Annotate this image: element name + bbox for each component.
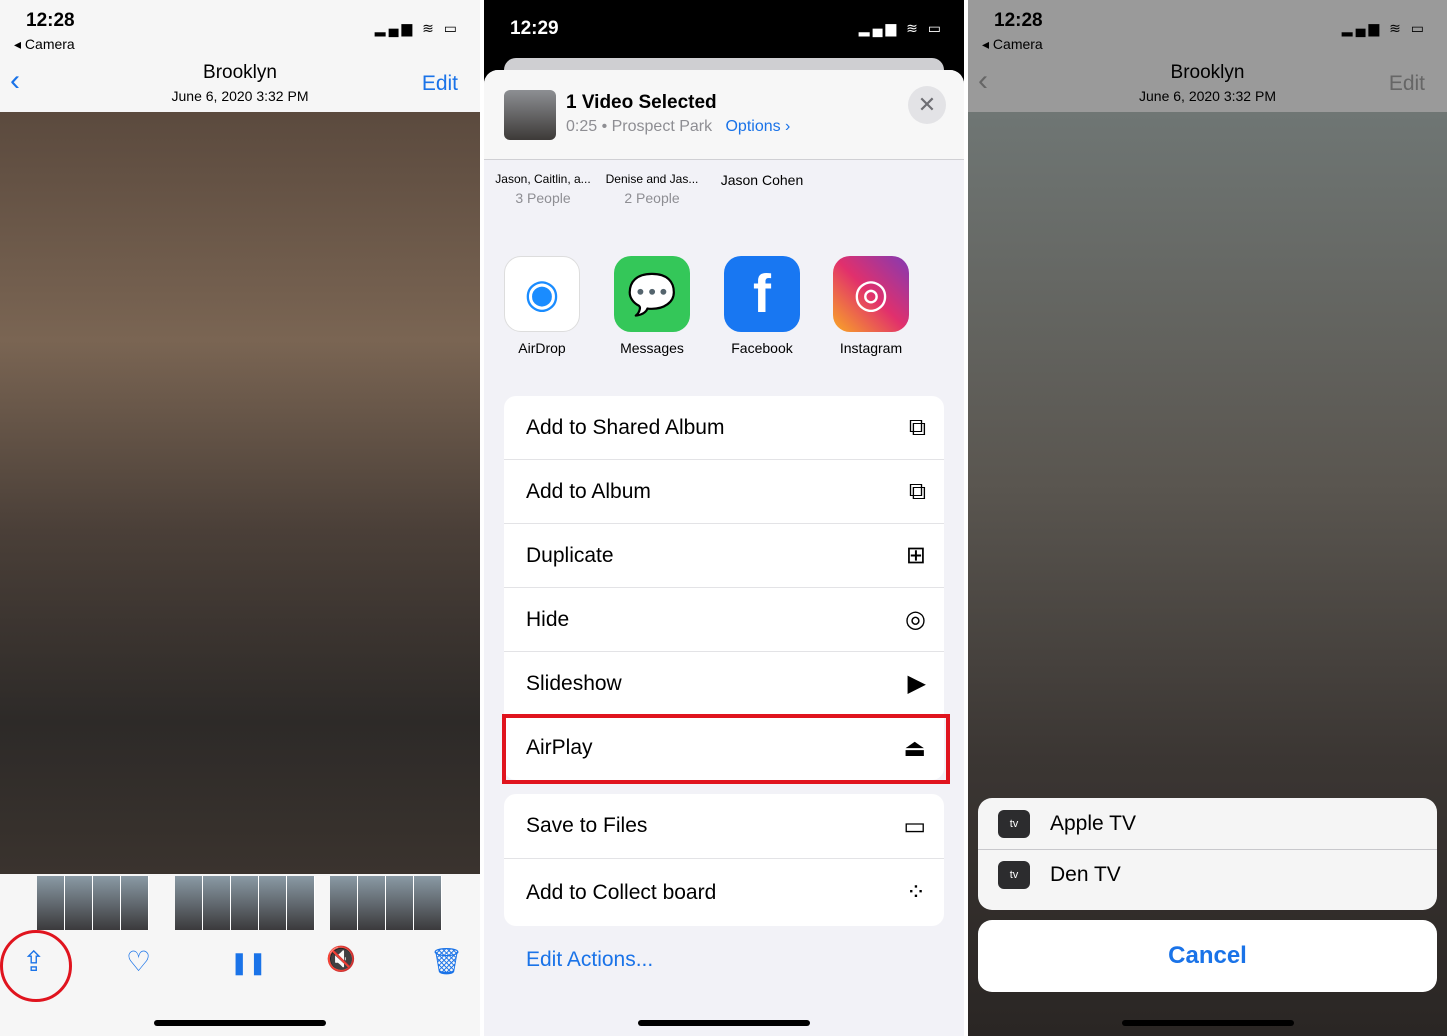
home-indicator [154, 1020, 326, 1026]
photo-title: Brooklyn [203, 62, 277, 83]
device-label: Den TV [1050, 863, 1121, 886]
photo-date: June 6, 2020 3:32 PM [171, 88, 309, 104]
device-den-tv[interactable]: tv Den TV [978, 849, 1437, 900]
action-hide[interactable]: Hide ◎ [504, 588, 944, 652]
folder-icon: ▭ [903, 812, 926, 840]
edit-actions-link[interactable]: Edit Actions... [526, 948, 653, 972]
app-facebook[interactable]: f Facebook [717, 256, 807, 356]
play-icon: ▶ [907, 670, 926, 697]
cancel-button[interactable]: Cancel [978, 920, 1437, 992]
filmstrip[interactable] [37, 876, 149, 930]
person-name: Denise and Jas... [605, 172, 699, 186]
close-icon[interactable]: ✕ [908, 86, 946, 124]
app-instagram[interactable]: ◎ Instagram [826, 256, 916, 356]
selection-title: 1 Video Selected [566, 92, 717, 113]
person-suggestion[interactable]: Denise and Jas... 2 People [597, 172, 707, 206]
status-icons: ▂▄▆ ≋ ▭ [1341, 20, 1427, 36]
edit-button[interactable]: Edit [1389, 72, 1425, 96]
heart-icon[interactable]: ♡ [126, 948, 151, 976]
back-to-camera-link[interactable]: ◂ Camera [982, 36, 1043, 53]
apple-tv-icon: tv [998, 809, 1030, 838]
facebook-icon: f [724, 256, 800, 332]
action-duplicate[interactable]: Duplicate ⊞ [504, 524, 944, 588]
status-time: 12:29 [510, 18, 559, 39]
person-count: 2 People [624, 190, 680, 206]
people-suggestions: Jason, Caitlin, a... 3 People Denise and … [484, 162, 964, 226]
pause-icon[interactable]: ❚❚ [230, 952, 267, 974]
bottom-toolbar: ⇪ ♡ ❚❚ 🔇 🗑 [0, 940, 480, 990]
action-save-to-files[interactable]: Save to Files ▭ [504, 794, 944, 859]
action-label: Hide [526, 607, 570, 631]
action-slideshow[interactable]: Slideshow ▶ [504, 652, 944, 716]
highlight-box [502, 714, 950, 784]
photo-date: June 6, 2020 3:32 PM [1139, 88, 1276, 104]
app-label: Instagram [839, 340, 903, 356]
back-to-camera-link[interactable]: ◂ Camera [14, 36, 75, 53]
home-indicator [1121, 1020, 1294, 1026]
share-sheet: 1 Video Selected 0:25 • Prospect Park Op… [484, 70, 964, 1036]
device-apple-tv[interactable]: tv Apple TV [978, 798, 1437, 849]
add-album-icon: ⧉ [908, 477, 926, 505]
photo-title: Brooklyn [1170, 62, 1245, 83]
video-preview[interactable] [0, 112, 480, 874]
video-thumbnail [504, 90, 556, 140]
filmstrip[interactable] [175, 876, 315, 930]
eye-slash-icon: ◎ [905, 606, 926, 633]
share-sheet-panel: 12:29 ▂▄▆ ≋ ▭ 1 Video Selected 0:25 • Pr… [484, 0, 964, 1036]
photo-viewer-panel: 12:28 ◂ Camera ▂▄▆ ≋ ▭ ‹ Brooklyn June 6… [0, 0, 480, 1036]
person-suggestion[interactable]: Jason, Caitlin, a... 3 People [488, 172, 598, 206]
person-name: Jason Cohen [720, 172, 804, 188]
options-link[interactable]: Options › [725, 118, 790, 135]
action-label: Add to Shared Album [526, 415, 725, 439]
action-label: Add to Collect board [526, 880, 717, 904]
action-label: Save to Files [526, 814, 648, 837]
highlight-circle [0, 930, 72, 1002]
shared-album-icon: ⧉ [908, 413, 926, 441]
mute-icon[interactable]: 🔇 [326, 948, 356, 972]
action-label: Add to Album [526, 479, 651, 503]
action-add-to-shared-album[interactable]: Add to Shared Album ⧉ [504, 396, 944, 460]
action-add-to-album[interactable]: Add to Album ⧉ [504, 460, 944, 524]
apple-tv-icon: tv [998, 861, 1030, 889]
device-label: Apple TV [1050, 811, 1136, 835]
trash-icon[interactable]: 🗑 [430, 948, 463, 974]
person-suggestion[interactable]: Jason Cohen [717, 172, 807, 188]
home-indicator [638, 1020, 810, 1026]
duplicate-icon: ⊞ [905, 542, 926, 569]
instagram-icon: ◎ [833, 256, 909, 332]
status-time: 12:28 [994, 10, 1043, 31]
app-label: AirDrop [518, 340, 566, 356]
status-icons: ▂▄▆ ≋ ▭ [858, 20, 944, 36]
app-messages[interactable]: 💬 Messages [607, 256, 697, 356]
person-count: 3 People [515, 190, 571, 206]
action-label: Duplicate [526, 543, 614, 567]
edit-button[interactable]: Edit [422, 72, 458, 96]
status-time: 12:28 [26, 10, 75, 31]
airplay-device-list: tv Apple TV tv Den TV [978, 798, 1437, 910]
filmstrip[interactable] [330, 876, 442, 930]
app-airdrop[interactable]: ◉ AirDrop [497, 256, 587, 356]
collect-icon: ⁘ [905, 879, 926, 906]
person-name: Jason, Caitlin, a... [495, 172, 591, 186]
actions-group-2: Save to Files ▭ Add to Collect board ⁘ [504, 794, 944, 926]
messages-icon: 💬 [614, 256, 690, 332]
share-header: 1 Video Selected 0:25 • Prospect Park Op… [484, 70, 964, 160]
action-add-to-collect-board[interactable]: Add to Collect board ⁘ [504, 859, 944, 926]
airdrop-icon: ◉ [504, 256, 580, 332]
action-label: Slideshow [526, 671, 622, 695]
status-icons: ▂▄▆ ≋ ▭ [374, 20, 460, 36]
app-label: Messages [620, 340, 684, 356]
app-label: Facebook [731, 340, 793, 356]
video-info: 0:25 • Prospect Park [566, 118, 713, 135]
airplay-panel: 12:28 ◂ Camera ▂▄▆ ≋ ▭ ‹ Brooklyn June 6… [968, 0, 1447, 1036]
